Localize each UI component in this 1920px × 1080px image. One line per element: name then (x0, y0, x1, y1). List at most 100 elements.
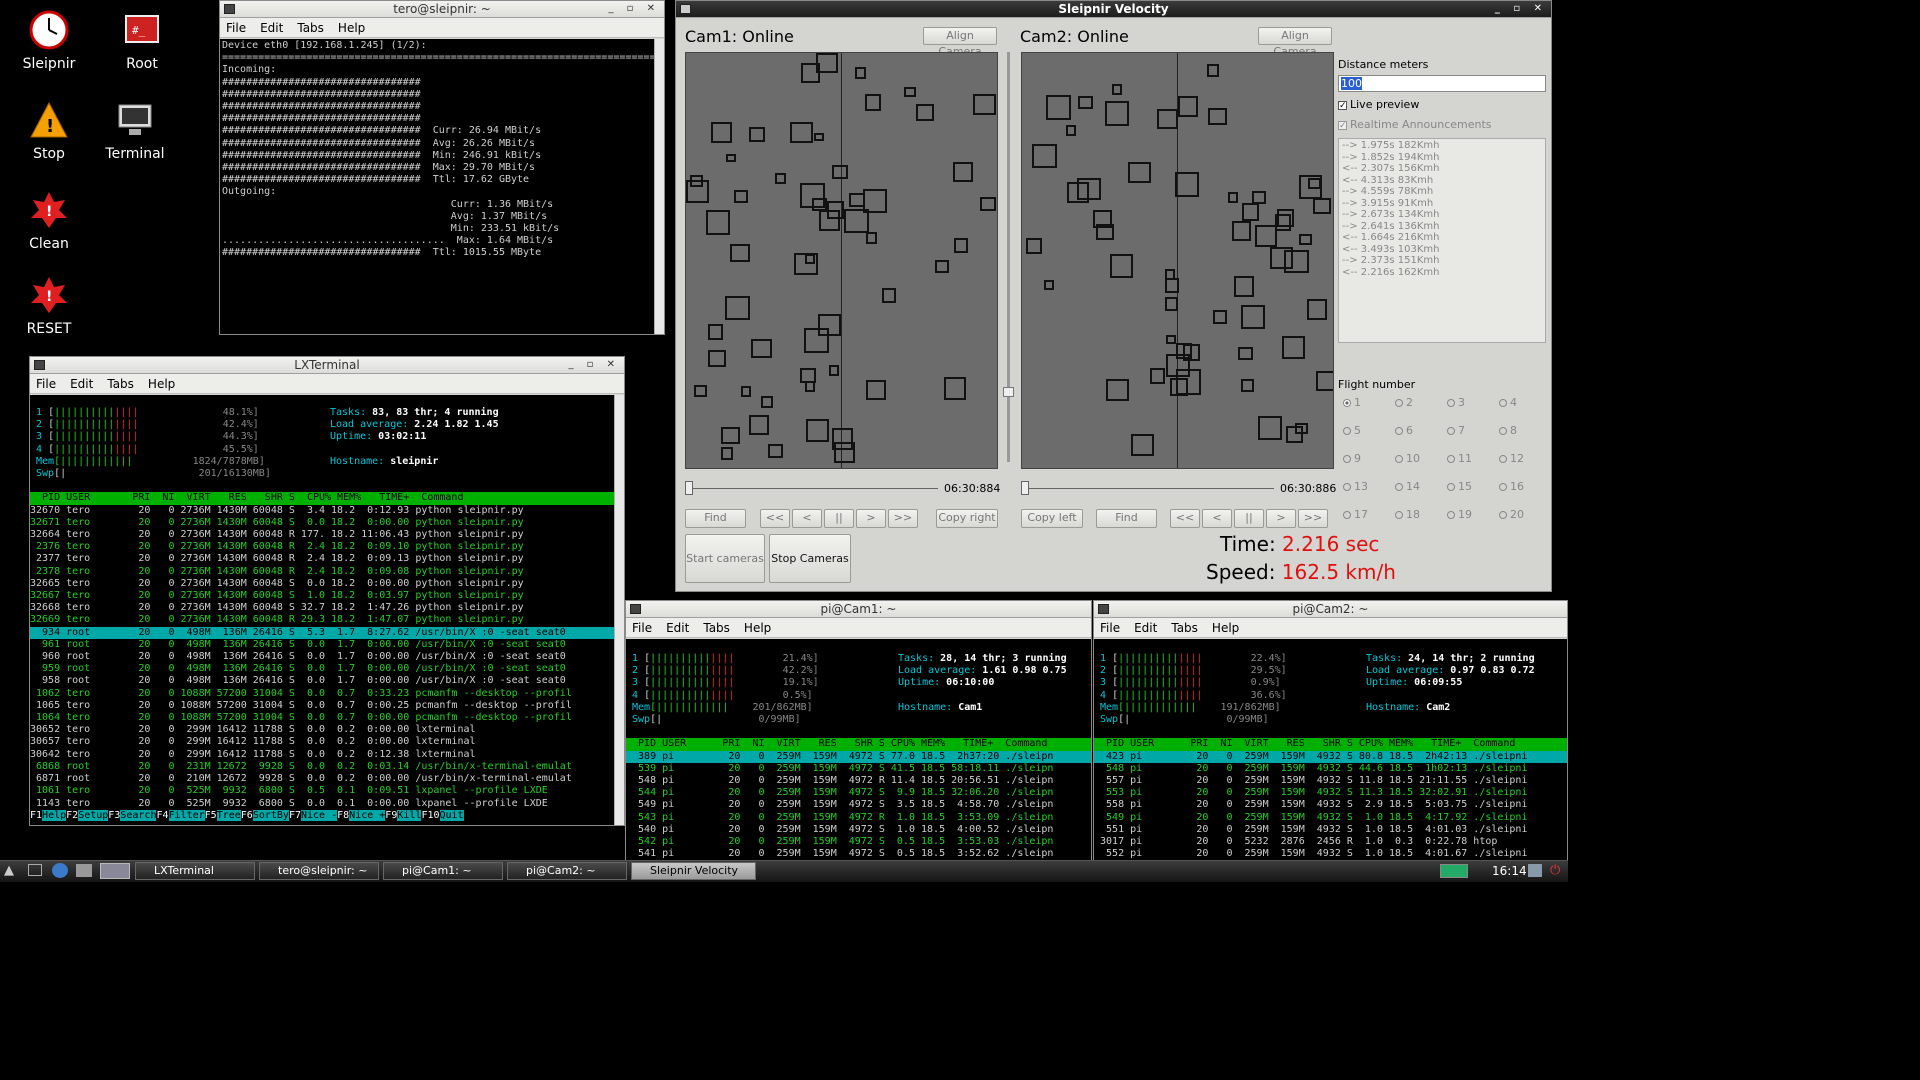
log-entry[interactable]: <-- 4.313s 83Kmh (1342, 175, 1542, 187)
stop-cameras-button[interactable]: Stop Cameras (769, 534, 851, 583)
function-key-label[interactable]: Kill (397, 809, 422, 821)
process-row[interactable]: 557 pi 20 0 259M 159M 4932 S 11.8 18.5 2… (1094, 775, 1567, 787)
function-key-label[interactable]: Filter (168, 809, 205, 821)
process-row[interactable]: 542 pi 20 0 259M 159M 4972 S 0.5 18.5 3:… (626, 836, 1091, 848)
process-row[interactable]: 1143 tero 20 0 525M 9932 6800 S 0.0 0.1 … (30, 798, 614, 810)
desktop-icon-root[interactable]: #_ Root (97, 8, 187, 72)
lock-screen-icon[interactable] (1528, 864, 1542, 877)
sleipnir-velocity-window[interactable]: Sleipnir Velocity _ ▫ ✕ Cam1: Online Alig… (675, 0, 1552, 592)
flight-radio-18[interactable]: 18 (1395, 508, 1420, 521)
process-row[interactable]: 32664 tero 20 0 2736M 1430M 60048 R 177.… (30, 529, 614, 541)
file-manager-icon[interactable] (76, 864, 92, 877)
scrollbar[interactable] (614, 395, 624, 825)
flight-radio-8[interactable]: 8 (1499, 424, 1517, 437)
cam2-rewind-fast-button[interactable]: << (1170, 509, 1200, 528)
flight-radio-16[interactable]: 16 (1499, 480, 1524, 493)
menu-tabs[interactable]: Tabs (297, 18, 324, 37)
process-row[interactable]: 549 pi 20 0 259M 159M 4932 S 1.0 18.5 4:… (1094, 812, 1567, 824)
function-key-label[interactable]: Quit (439, 809, 464, 821)
menu-help[interactable]: Help (148, 374, 175, 393)
power-icon[interactable]: ⏻ (1550, 863, 1560, 878)
menu-file[interactable]: File (226, 18, 246, 37)
menu-help[interactable]: Help (1212, 618, 1239, 637)
process-row[interactable]: 32670 tero 20 0 2736M 1430M 60048 S 3.4 … (30, 505, 614, 517)
cam1-pause-button[interactable]: || (824, 509, 854, 528)
process-row[interactable]: 1064 tero 20 0 1088M 57200 31004 S 0.0 0… (30, 712, 614, 724)
menu-edit[interactable]: Edit (1134, 618, 1157, 637)
process-row[interactable]: 1065 tero 20 0 1088M 57200 31004 S 0.0 0… (30, 700, 614, 712)
process-row[interactable]: 2378 tero 20 0 2736M 1430M 60048 R 2.4 1… (30, 566, 614, 578)
log-entry[interactable]: --> 4.559s 78Kmh (1342, 186, 1542, 198)
menu-help[interactable]: Help (338, 18, 365, 37)
flight-radio-11[interactable]: 11 (1447, 452, 1472, 465)
process-row[interactable]: 958 root 20 0 498M 136M 26416 S 0.0 1.7 … (30, 675, 614, 687)
process-row[interactable]: 541 pi 20 0 259M 159M 4972 S 0.5 18.5 3:… (626, 848, 1091, 860)
vertical-slider-track[interactable] (1007, 52, 1010, 462)
flight-radio-15[interactable]: 15 (1447, 480, 1472, 493)
function-key-label[interactable]: Help (42, 809, 67, 821)
distance-input[interactable]: 100 (1338, 75, 1546, 92)
flight-radio-6[interactable]: 6 (1395, 424, 1413, 437)
cam2-rewind-button[interactable]: < (1202, 509, 1232, 528)
window-titlebar[interactable]: tero@sleipnir: ~ _ ▫ ✕ (220, 1, 664, 18)
process-row[interactable]: 1062 tero 20 0 1088M 57200 31004 S 0.0 0… (30, 688, 614, 700)
menu-tabs[interactable]: Tabs (703, 618, 730, 637)
menu-tabs[interactable]: Tabs (107, 374, 134, 393)
web-browser-icon[interactable] (52, 863, 68, 878)
cam2-pause-button[interactable]: || (1234, 509, 1264, 528)
menu-file[interactable]: File (36, 374, 56, 393)
log-entry[interactable]: --> 2.641s 136Kmh (1342, 221, 1542, 233)
process-row[interactable]: 423 pi 20 0 259M 159M 4932 S 80.8 18.5 2… (1094, 750, 1567, 763)
process-row[interactable]: 30642 tero 20 0 299M 16412 11788 S 0.0 0… (30, 749, 614, 761)
process-row[interactable]: 32669 tero 20 0 2736M 1430M 60048 R 29.3… (30, 614, 614, 626)
htop-output[interactable]: 1 [|||||||||||||| 48.1%] 2 [||||||||||||… (30, 395, 614, 825)
desktop-icon-terminal[interactable]: Terminal (90, 98, 180, 162)
desktop-icon-sleipnir[interactable]: Sleipnir (4, 8, 94, 72)
flight-radio-4[interactable]: 4 (1499, 396, 1517, 409)
copy-left-button[interactable]: Copy left (1021, 509, 1083, 528)
process-row[interactable]: 1061 tero 20 0 525M 9932 6800 S 0.5 0.1 … (30, 785, 614, 797)
start-cameras-button[interactable]: Start cameras (685, 534, 765, 583)
live-preview-checkbox[interactable]: ✓ Live preview (1338, 98, 1419, 111)
window-titlebar[interactable]: LXTerminal _ ▫ ✕ (30, 357, 624, 374)
cam1-timeline-handle[interactable] (685, 481, 693, 495)
menu-file[interactable]: File (1100, 618, 1120, 637)
log-entry[interactable]: <-- 3.493s 103Kmh (1342, 244, 1542, 256)
cam2-terminal-window[interactable]: pi@Cam2: ~ File Edit Tabs Help 1 [|||||||||… (1093, 600, 1568, 862)
cam1-terminal-window[interactable]: pi@Cam1: ~ File Edit Tabs Help 1 [|||||||||… (625, 600, 1092, 862)
log-entry[interactable]: <-- 2.307s 156Kmh (1342, 163, 1542, 175)
process-row[interactable]: 32668 tero 20 0 2736M 1430M 60048 S 32.7… (30, 602, 614, 614)
copy-right-button[interactable]: Copy right (936, 509, 998, 528)
cam2-forward-button[interactable]: > (1266, 509, 1296, 528)
process-row[interactable]: 552 pi 20 0 259M 159M 4932 S 1.0 18.5 4:… (1094, 848, 1567, 860)
cam2-find-button[interactable]: Find (1096, 509, 1157, 528)
process-row[interactable]: 551 pi 20 0 259M 159M 4932 S 1.0 18.5 4:… (1094, 824, 1567, 836)
cam1-forward-fast-button[interactable]: >> (888, 509, 918, 528)
minimize-all-icon[interactable] (28, 864, 42, 876)
process-row[interactable]: 543 pi 20 0 259M 159M 4972 R 1.0 18.5 3:… (626, 812, 1091, 824)
window-titlebar[interactable]: pi@Cam1: ~ (626, 601, 1091, 618)
process-row[interactable]: 6868 root 20 0 231M 12672 9928 S 0.0 0.2… (30, 761, 614, 773)
process-row[interactable]: 6871 root 20 0 210M 12672 9928 S 0.0 0.2… (30, 773, 614, 785)
taskbar-item-lxterminal[interactable]: LXTerminal (135, 862, 255, 880)
window-controls[interactable]: _ ▫ ✕ (568, 357, 620, 373)
menu-edit[interactable]: Edit (666, 618, 689, 637)
log-entry[interactable]: <-- 1.664s 216Kmh (1342, 232, 1542, 244)
process-row[interactable]: 32667 tero 20 0 2736M 1430M 60048 S 1.0 … (30, 590, 614, 602)
cam2-timeline-handle[interactable] (1021, 481, 1029, 495)
cam1-find-button[interactable]: Find (685, 509, 746, 528)
process-row[interactable]: 32671 tero 20 0 2736M 1430M 60048 S 0.0 … (30, 517, 614, 529)
lxterminal-window[interactable]: LXTerminal _ ▫ ✕ File Edit Tabs Help 1 [||||… (29, 356, 625, 826)
flight-radio-13[interactable]: 13 (1343, 480, 1368, 493)
menu-edit[interactable]: Edit (70, 374, 93, 393)
cam2-forward-fast-button[interactable]: >> (1298, 509, 1328, 528)
flight-radio-5[interactable]: 5 (1343, 424, 1361, 437)
window-titlebar[interactable]: Sleipnir Velocity _ ▫ ✕ (676, 1, 1551, 18)
cam1-align-camera-button[interactable]: Align Camera (923, 27, 997, 58)
window-controls[interactable]: _ ▫ ✕ (1495, 1, 1547, 17)
cam1-rewind-button[interactable]: < (792, 509, 822, 528)
flight-radio-3[interactable]: 3 (1447, 396, 1465, 409)
terminal-output[interactable]: Device eth0 [192.168.1.245] (1/2): ======… (220, 39, 654, 334)
flight-radio-10[interactable]: 10 (1395, 452, 1420, 465)
cam1-forward-button[interactable]: > (856, 509, 886, 528)
